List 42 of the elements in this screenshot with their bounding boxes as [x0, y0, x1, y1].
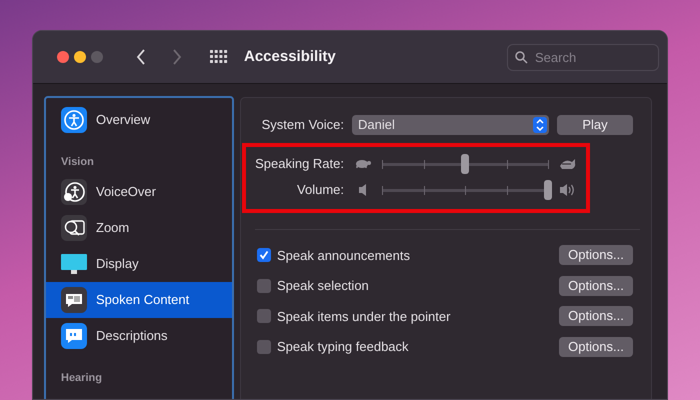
field-label: System Voice:: [260, 116, 344, 134]
slider-label: Volume:: [296, 181, 344, 200]
close-button[interactable]: [57, 51, 69, 63]
sidebar-item[interactable]: Display: [46, 246, 232, 282]
magnifier-icon: [61, 215, 87, 241]
option-label: Speak typing feedback: [277, 338, 409, 356]
stepper-icon: [533, 117, 547, 133]
search-field[interactable]: Search: [507, 44, 659, 70]
option-label: Speak selection: [277, 277, 369, 295]
section-heading: Hearing: [60, 371, 103, 386]
back-icon[interactable]: [136, 49, 146, 65]
accessibility-icon: [61, 179, 87, 205]
monitor-icon: [61, 251, 87, 277]
voice-select[interactable]: Daniel: [352, 115, 549, 135]
window-title: Accessibility: [244, 46, 336, 67]
sidebar-item[interactable]: Descriptions: [46, 318, 232, 354]
checkbox[interactable]: [257, 340, 271, 354]
sidebar-item[interactable]: VoiceOver: [46, 174, 232, 210]
slider-label: Speaking Rate:: [254, 155, 344, 174]
checkbox[interactable]: [257, 309, 271, 324]
sidebar-item[interactable]: Spoken Content: [46, 282, 232, 318]
options-button[interactable]: Options...: [559, 245, 633, 266]
slider-thumb[interactable]: [461, 154, 469, 174]
grid-icon[interactable]: [210, 50, 228, 64]
minimize-button[interactable]: [74, 51, 86, 63]
checkbox[interactable]: [257, 278, 271, 293]
speech-bubble-icon: [61, 323, 87, 349]
play-button[interactable]: Play: [557, 115, 633, 135]
speaker-loud-icon: [558, 182, 575, 198]
sidebar-item[interactable]: Overview: [46, 102, 232, 138]
slider-thumb[interactable]: [544, 180, 552, 200]
section-heading: Vision: [60, 155, 95, 170]
sidebar-item[interactable]: Zoom: [46, 210, 232, 246]
speech-bubble-icon: [61, 287, 87, 313]
options-button[interactable]: Options...: [559, 336, 633, 357]
option-label: Speak items under the pointer: [277, 308, 450, 326]
options-button[interactable]: Options...: [559, 276, 633, 296]
option-label: Speak announcements: [277, 246, 410, 265]
checkbox[interactable]: [257, 248, 271, 262]
accessibility-icon: [61, 107, 87, 133]
options-button[interactable]: Options...: [559, 306, 633, 326]
search-icon: [515, 50, 528, 64]
